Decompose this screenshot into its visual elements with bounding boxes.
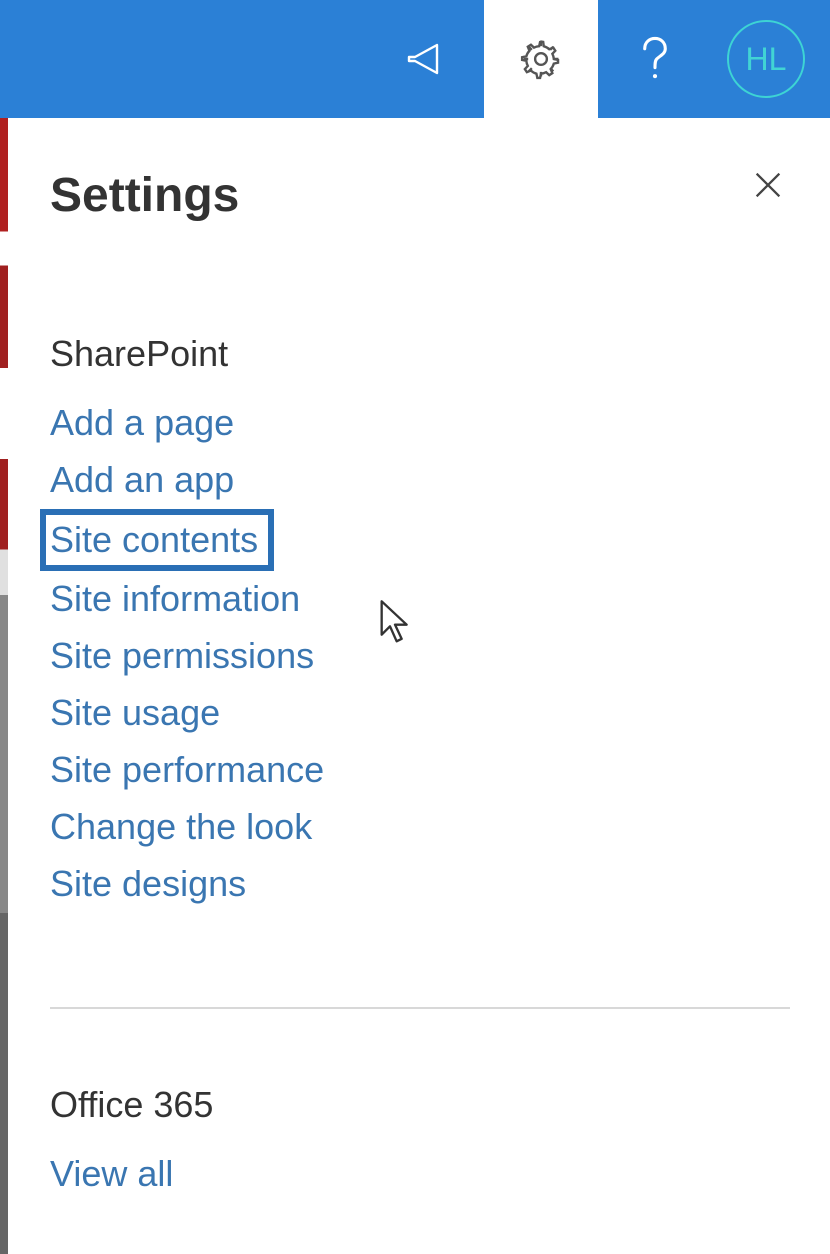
panel-title: Settings [50, 168, 239, 223]
section-title-office365: Office 365 [50, 1084, 790, 1126]
settings-button[interactable] [484, 0, 598, 118]
megaphone-icon [403, 35, 451, 83]
close-button[interactable] [746, 168, 790, 202]
left-edge-strip [0, 118, 8, 1254]
sharepoint-links: Add a page Add an app Site contents Site… [50, 395, 790, 912]
settings-panel: Settings SharePoint Add a page Add an ap… [8, 118, 830, 1254]
link-view-all[interactable]: View all [50, 1146, 790, 1203]
link-site-usage[interactable]: Site usage [50, 685, 790, 742]
megaphone-button[interactable] [370, 0, 484, 118]
app-header: HL [0, 0, 830, 118]
help-icon [635, 35, 675, 83]
gear-icon [519, 37, 563, 81]
avatar-initials: HL [746, 41, 787, 78]
link-site-permissions[interactable]: Site permissions [50, 628, 790, 685]
link-site-performance[interactable]: Site performance [50, 742, 790, 799]
section-title-sharepoint: SharePoint [50, 333, 790, 375]
section-divider [50, 1007, 790, 1009]
link-site-contents[interactable]: Site contents [40, 509, 274, 571]
link-add-page[interactable]: Add a page [50, 395, 790, 452]
help-button[interactable] [598, 0, 712, 118]
link-site-designs[interactable]: Site designs [50, 856, 790, 913]
panel-header: Settings [50, 168, 790, 223]
office365-links: View all [50, 1146, 790, 1203]
link-add-app[interactable]: Add an app [50, 452, 790, 509]
close-icon [751, 168, 785, 202]
user-avatar[interactable]: HL [727, 20, 805, 98]
link-change-look[interactable]: Change the look [50, 799, 790, 856]
link-site-information[interactable]: Site information [50, 571, 790, 628]
